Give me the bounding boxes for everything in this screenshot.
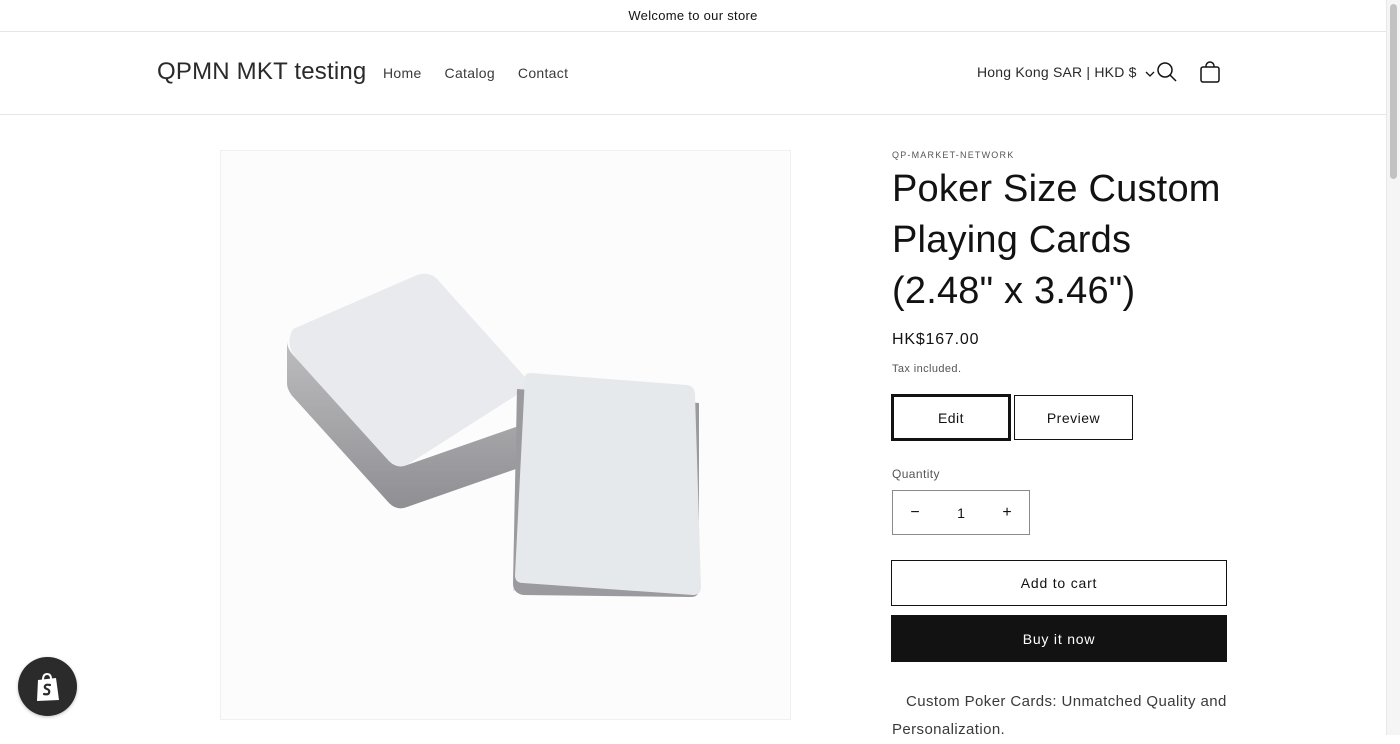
playing-cards-illustration xyxy=(287,273,701,597)
product-price: HK$167.00 xyxy=(892,331,980,348)
main-nav: Home Catalog Contact xyxy=(383,65,568,81)
product-image[interactable] xyxy=(220,150,791,720)
quantity-input[interactable] xyxy=(937,491,985,534)
product-description: Custom Poker Cards: Unmatched Quality an… xyxy=(892,693,1227,738)
product-vendor: QP-MARKET-NETWORK xyxy=(892,150,1015,160)
store-logo[interactable]: QPMN MKT testing xyxy=(157,58,366,86)
quantity-increase-button[interactable]: + xyxy=(985,491,1029,534)
tax-note: Tax included. xyxy=(892,363,962,375)
nav-contact-link[interactable]: Contact xyxy=(518,65,568,81)
cart-button[interactable] xyxy=(1198,60,1222,84)
nav-home-link[interactable]: Home xyxy=(383,65,422,81)
preview-button[interactable]: Preview xyxy=(1014,395,1133,440)
cart-icon xyxy=(1198,61,1222,88)
announcement-text: Welcome to our store xyxy=(628,8,758,23)
add-to-cart-button[interactable]: Add to cart xyxy=(891,560,1227,606)
quantity-stepper: − + xyxy=(892,490,1030,535)
nav-catalog-link[interactable]: Catalog xyxy=(445,65,495,81)
scrollbar-thumb[interactable] xyxy=(1390,4,1397,179)
search-icon xyxy=(1155,62,1179,88)
country-selector-label: Hong Kong SAR | HKD $ xyxy=(977,64,1137,80)
announcement-bar: Welcome to our store xyxy=(0,0,1386,32)
page-scrollbar[interactable] xyxy=(1386,0,1400,735)
buy-now-button[interactable]: Buy it now xyxy=(891,615,1227,662)
shopify-bag-icon[interactable] xyxy=(18,657,77,716)
product-title: Poker Size Custom Playing Cards (2.48" x… xyxy=(892,168,1221,312)
country-selector[interactable]: Hong Kong SAR | HKD $ xyxy=(977,64,1155,80)
quantity-label: Quantity xyxy=(892,467,940,481)
chevron-down-icon xyxy=(1145,64,1155,80)
edit-button[interactable]: Edit xyxy=(891,394,1011,441)
search-button[interactable] xyxy=(1155,60,1179,84)
site-header: QPMN MKT testing Home Catalog Contact Ho… xyxy=(0,32,1386,115)
quantity-decrease-button[interactable]: − xyxy=(893,491,937,534)
